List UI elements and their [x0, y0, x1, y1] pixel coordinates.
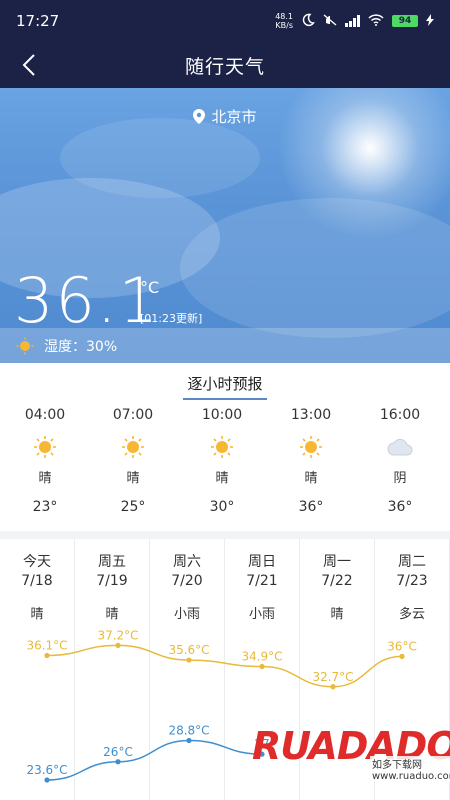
hourly-forecast-title-text: 逐小时预报 [183, 373, 267, 400]
current-temperature: 36.1 [14, 264, 161, 337]
cloud-icon [387, 438, 413, 456]
hourly-item: 16:00 阴 36° [365, 407, 435, 521]
low-temp-point [44, 777, 50, 783]
status-icons: 48.1 KB/s 94 [275, 12, 434, 30]
hourly-icon [187, 429, 257, 465]
status-time: 17:27 [16, 12, 60, 30]
high-temp-label: 37.2°C [97, 628, 138, 642]
hourly-weather: 晴 [215, 471, 229, 486]
nav-bar: 随行天气 [0, 42, 450, 88]
sun-icon [16, 337, 34, 354]
hourly-temp: 25° [120, 499, 146, 515]
low-temp-point [115, 759, 121, 765]
signal-icon [345, 15, 360, 27]
hourly-temp: 30° [209, 499, 235, 515]
moon-icon [301, 13, 315, 30]
hourly-item: 10:00 晴 30° [187, 407, 257, 521]
sun-icon [211, 436, 233, 458]
chevron-left-icon [22, 54, 35, 76]
high-temp-point [115, 642, 121, 648]
temperature-unit: °C [140, 278, 160, 297]
location-name: 北京市 [211, 108, 257, 126]
humidity-bar: 湿度：30% [0, 328, 450, 363]
low-temp-line [46, 739, 263, 781]
hourly-weather: 晴 [38, 471, 52, 486]
network-speed: 48.1 KB/s [275, 12, 293, 30]
hourly-item: 04:00 晴 23° [10, 407, 80, 521]
hourly-weather: 晴 [126, 471, 140, 486]
hourly-icon [98, 429, 168, 465]
hourly-forecast: 逐小时预报 04:00 晴 23° 07:00 晴 25° 10:00 晴 30° 13:00 晴 3… [0, 363, 450, 531]
hourly-icon [276, 429, 346, 465]
hourly-time: 13:00 [290, 407, 332, 423]
low-temp-label: 26°C [103, 745, 133, 759]
battery-icon: 94 [392, 15, 418, 27]
charging-icon [426, 13, 434, 29]
watermark: RUADADO 如多下载网 www.ruaduo.com [250, 722, 450, 800]
high-temp-point [330, 684, 336, 690]
back-button[interactable] [14, 50, 44, 80]
low-temp-label: 28.8°C [168, 723, 209, 737]
hourly-temp: 23° [32, 499, 58, 515]
hourly-time: 07:00 [112, 407, 154, 423]
mute-icon [323, 13, 337, 30]
update-time: [01:23更新] [140, 312, 203, 325]
hourly-temp: 36° [298, 499, 324, 515]
high-temp-label: 32.7°C [312, 670, 353, 684]
hourly-icon [10, 429, 80, 465]
hourly-time: 04:00 [24, 407, 66, 423]
high-temp-point [186, 657, 192, 663]
low-temp-point [186, 737, 192, 744]
sun-icon [300, 436, 322, 458]
network-speed-unit: KB/s [275, 21, 293, 30]
low-temp-label: 23.6°C [26, 763, 67, 777]
high-temp-label: 36.1°C [26, 638, 67, 652]
current-weather-panel: 北京市 36.1 °C [01:23更新] 湿度：30% [0, 88, 450, 363]
humidity-text: 湿度：30% [44, 338, 118, 355]
hourly-time: 16:00 [379, 407, 421, 423]
status-bar: 17:27 48.1 KB/s 94 [0, 0, 450, 42]
high-temp-label: 34.9°C [241, 650, 282, 664]
hourly-icon [365, 429, 435, 465]
high-temp-point [399, 653, 405, 659]
high-temp-point [44, 652, 50, 659]
wifi-icon [368, 13, 384, 29]
hourly-item: 13:00 晴 36° [276, 407, 346, 521]
location-pin-icon [193, 109, 206, 124]
sun-icon [34, 436, 56, 458]
hourly-time: 10:00 [201, 407, 243, 423]
hourly-item: 07:00 晴 25° [98, 407, 168, 521]
watermark-subtitle: 如多下载网 www.ruaduo.com [370, 756, 450, 782]
high-temp-point [259, 663, 265, 670]
high-temp-label: 36°C [387, 639, 417, 653]
hourly-forecast-title: 逐小时预报 [0, 373, 450, 400]
hourly-weather: 晴 [304, 471, 318, 486]
high-temp-label: 35.6°C [168, 643, 209, 657]
location-label[interactable]: 北京市 [0, 106, 450, 127]
hourly-temp: 36° [387, 499, 413, 515]
sun-icon [122, 436, 144, 458]
network-speed-value: 48.1 [275, 12, 293, 21]
hourly-weather: 阴 [393, 471, 407, 486]
page-title: 随行天气 [184, 55, 265, 78]
